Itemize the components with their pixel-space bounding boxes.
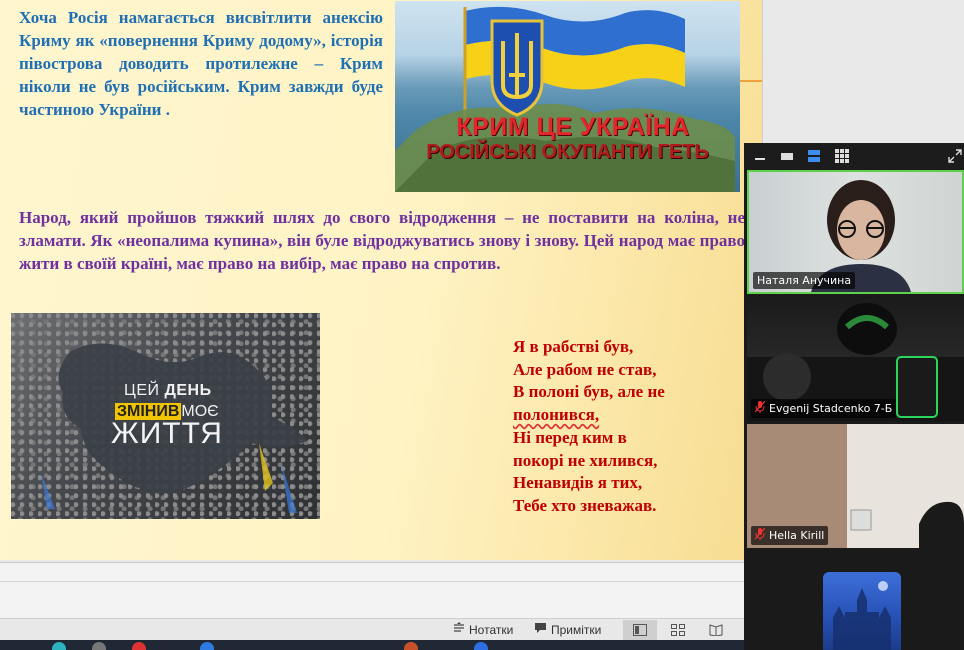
poem-line: Але рабом не став, (513, 359, 657, 379)
notes-label: Нотатки (469, 622, 514, 637)
poem-line: Я в рабстві був, (513, 337, 634, 356)
windows-taskbar (0, 640, 746, 650)
video-panel-toolbar (744, 143, 964, 169)
participant-name: Hella Kirill (769, 529, 825, 542)
image2-line3: ЖИТТЯ (111, 417, 223, 450)
decorative-line (740, 80, 762, 82)
presentation-slide[interactable]: Хоча Росія намагається висвітлити анексі… (0, 0, 763, 560)
crimea-slogan-line1: КРИМ ЦЕ УКРАЇНА (456, 113, 690, 141)
comment-icon (534, 622, 547, 637)
normal-view-button[interactable] (623, 620, 657, 640)
muted-mic-icon (754, 400, 766, 416)
strip-view-icon (808, 150, 820, 162)
slide-paragraph-people: Народ, який пройшов тяжкий шлях до свого… (19, 208, 745, 273)
poem-line: Ненавидів я тих, (513, 473, 643, 493)
participant-tile[interactable]: Evgenij Stadcenko 7-Б (747, 297, 964, 421)
taskbar-app-icon[interactable] (132, 642, 146, 650)
reading-view-icon (709, 624, 723, 636)
crimea-is-ukraine-image[interactable]: КРИМ ЦЕ УКРАЇНА РОСІЙСЬКІ ОКУПАНТИ ГЕТЬ (395, 1, 740, 192)
participant-tile-active-speaker[interactable]: Наталя Анучина (747, 170, 964, 294)
reading-view-button[interactable] (699, 620, 733, 640)
taskbar-app-icon[interactable] (52, 642, 66, 650)
image2-line1: ЦЕЙ ДЕНЬ (124, 382, 212, 399)
minimize-button[interactable] (752, 148, 768, 164)
participant-name-tag: Наталя Анучина (753, 272, 856, 289)
poem-line: Ні перед ким в (513, 427, 627, 447)
poem-line: полонився, (513, 405, 600, 425)
participant-name-tag: Hella Kirill (751, 526, 829, 545)
grid-view-button[interactable] (834, 148, 850, 164)
single-view-icon (781, 153, 793, 160)
comments-button[interactable]: Примітки (534, 622, 601, 637)
notes-button[interactable]: Нотатки (453, 622, 513, 637)
single-view-button[interactable] (779, 148, 795, 164)
participant-name: Наталя Анучина (757, 274, 852, 287)
comments-label: Примітки (551, 622, 602, 637)
crimea-slogan-line2: РОСІЙСЬКІ ОКУПАНТИ ГЕТЬ (426, 141, 709, 163)
taskbar-app-icon[interactable] (404, 642, 418, 650)
minimize-icon (755, 158, 765, 160)
poem-line: В полоні був, але не (513, 382, 665, 402)
participant-tile[interactable]: Hella Kirill (747, 424, 964, 548)
castle-avatar-image (833, 581, 891, 650)
poem-line: покорі не хилився, (513, 450, 658, 470)
participant-tile[interactable] (747, 551, 964, 650)
expand-button[interactable] (947, 148, 963, 164)
taskbar-app-icon[interactable] (92, 642, 106, 650)
muted-mic-icon (754, 527, 766, 543)
slide-sorter-icon (671, 624, 685, 636)
participant-name: Evgenij Stadcenko 7-Б (769, 402, 893, 415)
taskbar-app-icon[interactable] (200, 642, 214, 650)
this-day-changed-my-life-image[interactable]: ЦЕЙ ДЕНЬ ЗМІНИВ МОЄ ЖИТТЯ (11, 313, 320, 519)
slide-paragraph-crimea: Хоча Росія намагається висвітлити анексі… (19, 8, 383, 119)
participant-name-tag: Evgenij Stadcenko 7-Б (751, 399, 897, 418)
normal-view-icon (633, 624, 647, 636)
expand-icon (948, 149, 962, 163)
notes-icon (453, 622, 465, 637)
status-bar: Нотатки Примітки (0, 618, 746, 641)
taskbar-app-icon[interactable] (474, 642, 488, 650)
grid-view-icon (835, 149, 849, 163)
strip-view-button[interactable] (806, 148, 822, 164)
notes-pane[interactable] (0, 562, 746, 619)
poem: Я в рабстві був, Але рабом не став, В по… (513, 336, 713, 518)
poem-line: Тебе хто зневажав. (513, 495, 657, 515)
slide-sorter-button[interactable] (661, 620, 695, 640)
video-call-panel: Наталя Анучина Evgenij Stadcenko 7-Б Hel… (744, 143, 964, 650)
participant-avatar (823, 572, 901, 650)
notes-divider (0, 581, 746, 582)
